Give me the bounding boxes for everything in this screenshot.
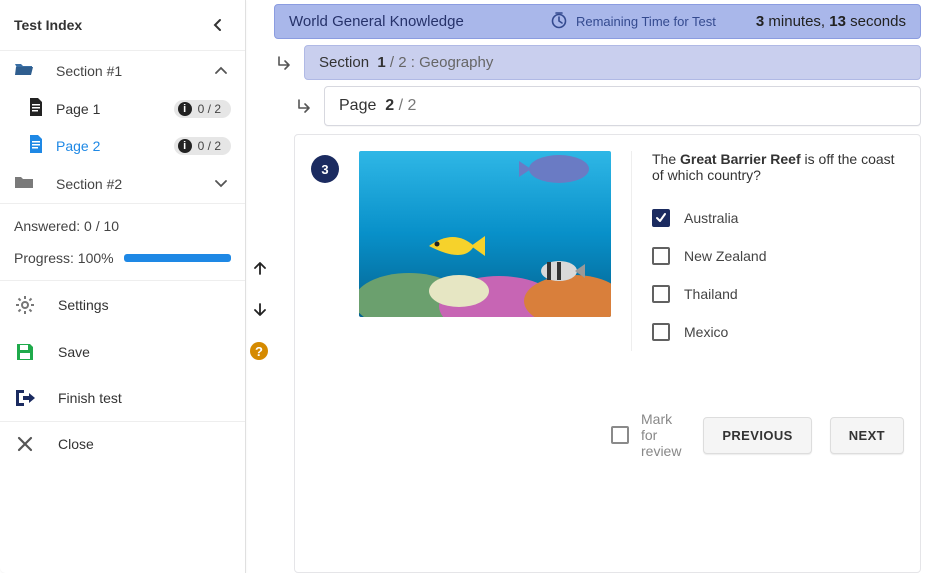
finish-test-button[interactable]: Finish test <box>0 375 245 421</box>
option-mexico[interactable]: Mexico <box>652 313 904 351</box>
option-australia[interactable]: Australia <box>652 199 904 237</box>
close-button[interactable]: Close <box>0 421 245 466</box>
prev-question-arrow[interactable] <box>250 258 270 278</box>
settings-button[interactable]: Settings <box>0 281 245 329</box>
mark-for-review[interactable]: Mark for review <box>611 411 685 459</box>
question-card: 3 <box>294 134 921 573</box>
settings-label: Settings <box>58 297 109 313</box>
question-number: 3 <box>311 155 339 183</box>
save-button[interactable]: Save <box>0 329 245 375</box>
next-button[interactable]: NEXT <box>830 417 904 454</box>
next-question-arrow[interactable] <box>250 300 270 320</box>
document-icon <box>28 98 46 119</box>
close-label: Close <box>58 436 94 452</box>
document-icon <box>28 135 46 156</box>
remaining-label: Remaining Time for Test <box>576 14 716 29</box>
clock-icon <box>550 11 568 32</box>
save-label: Save <box>58 344 90 360</box>
page-score-badge: i 0 / 2 <box>174 100 231 118</box>
answered-count: Answered: 0 / 10 <box>14 218 231 234</box>
exit-icon <box>14 389 36 407</box>
option-label: Thailand <box>684 286 738 302</box>
section-row-2[interactable]: Section #2 <box>0 164 245 203</box>
option-label: Mexico <box>684 324 728 340</box>
sidebar-header: Test Index <box>0 0 245 50</box>
timer-block: Remaining Time for Test <box>550 11 716 32</box>
checkbox-icon <box>652 285 670 303</box>
test-header-bar: World General Knowledge Remaining Time f… <box>274 4 921 39</box>
option-thailand[interactable]: Thailand <box>652 275 904 313</box>
sidebar-title: Test Index <box>14 17 82 33</box>
close-icon <box>14 436 36 452</box>
section-row-1[interactable]: Section #1 <box>0 50 245 90</box>
chevron-up-icon <box>211 66 231 76</box>
collapse-sidebar-button[interactable] <box>207 14 229 36</box>
checkbox-icon <box>652 323 670 341</box>
page-row-2[interactable]: Page 2 i 0 / 2 <box>0 127 245 164</box>
info-icon: i <box>178 139 192 153</box>
option-label: Australia <box>684 210 738 226</box>
mark-label: Mark for review <box>641 411 685 459</box>
section-label: Section #1 <box>38 63 211 79</box>
page-label: Page 1 <box>46 101 174 117</box>
page-breadcrumb: Page 2 / 2 <box>294 86 921 126</box>
checkbox-icon <box>611 426 629 444</box>
folder-open-icon <box>14 61 38 80</box>
time-remaining: 3 minutes, 13 seconds <box>756 13 906 30</box>
checkbox-icon <box>652 247 670 265</box>
option-label: New Zealand <box>684 248 767 264</box>
option-new-zealand[interactable]: New Zealand <box>652 237 904 275</box>
question-text: The Great Barrier Reef is off the coast … <box>652 151 904 183</box>
chevron-down-icon <box>211 179 231 189</box>
checkbox-icon <box>652 209 670 227</box>
save-icon <box>14 343 36 361</box>
progress-label: Progress: 100% <box>14 250 114 266</box>
section-label: Section #2 <box>38 176 211 192</box>
help-button[interactable]: ? <box>250 342 268 360</box>
progress-block: Answered: 0 / 10 Progress: 100% <box>0 203 245 281</box>
page-score: 0 / 2 <box>198 102 221 116</box>
info-icon: i <box>178 102 192 116</box>
question-image <box>359 151 611 317</box>
page-score-badge: i 0 / 2 <box>174 137 231 155</box>
page-label: Page 2 <box>46 138 174 154</box>
main-panel: World General Knowledge Remaining Time f… <box>274 0 927 573</box>
section-breadcrumb: Section 1 / 2 : Geography <box>274 45 921 80</box>
sidebar: Test Index Section #1 Page 1 i 0 / 2 <box>0 0 246 573</box>
folder-icon <box>14 174 38 193</box>
side-controls: ? <box>246 0 274 573</box>
sub-arrow-icon <box>294 98 314 114</box>
test-title: World General Knowledge <box>289 13 464 30</box>
page-score: 0 / 2 <box>198 139 221 153</box>
previous-button[interactable]: PREVIOUS <box>703 417 811 454</box>
gear-icon <box>14 295 36 315</box>
sub-arrow-icon <box>274 55 294 71</box>
page-row-1[interactable]: Page 1 i 0 / 2 <box>0 90 245 127</box>
progress-bar <box>124 254 231 262</box>
finish-label: Finish test <box>58 390 122 406</box>
